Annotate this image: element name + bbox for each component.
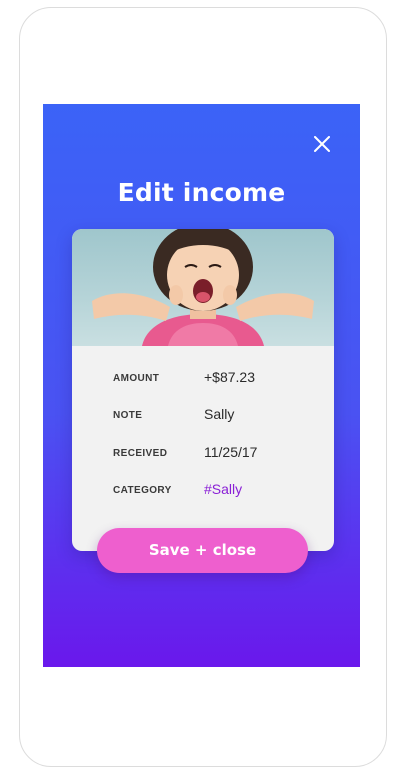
category-row[interactable]: CATEGORY #Sally — [113, 481, 313, 503]
category-value[interactable]: #Sally — [204, 481, 242, 497]
close-icon[interactable] — [314, 136, 330, 152]
save-close-button[interactable]: Save + close — [97, 528, 308, 573]
received-value[interactable]: 11/25/17 — [204, 444, 257, 460]
amount-row[interactable]: AMOUNT +$87.23 — [113, 369, 313, 391]
income-card: AMOUNT +$87.23 NOTE Sally RECEIVED 11/25… — [72, 229, 334, 551]
page-title: Edit income — [117, 178, 286, 207]
received-label: RECEIVED — [113, 448, 168, 459]
category-label: CATEGORY — [113, 485, 172, 496]
note-label: NOTE — [113, 410, 143, 421]
income-photo[interactable] — [72, 229, 334, 346]
edit-income-screen: Edit income AMOUNT +$87.23 NOTE Sally RE… — [43, 104, 360, 667]
note-row[interactable]: NOTE Sally — [113, 406, 313, 428]
amount-label: AMOUNT — [113, 373, 160, 384]
received-row[interactable]: RECEIVED 11/25/17 — [113, 444, 313, 466]
note-value[interactable]: Sally — [204, 406, 234, 422]
amount-value[interactable]: +$87.23 — [204, 369, 255, 385]
